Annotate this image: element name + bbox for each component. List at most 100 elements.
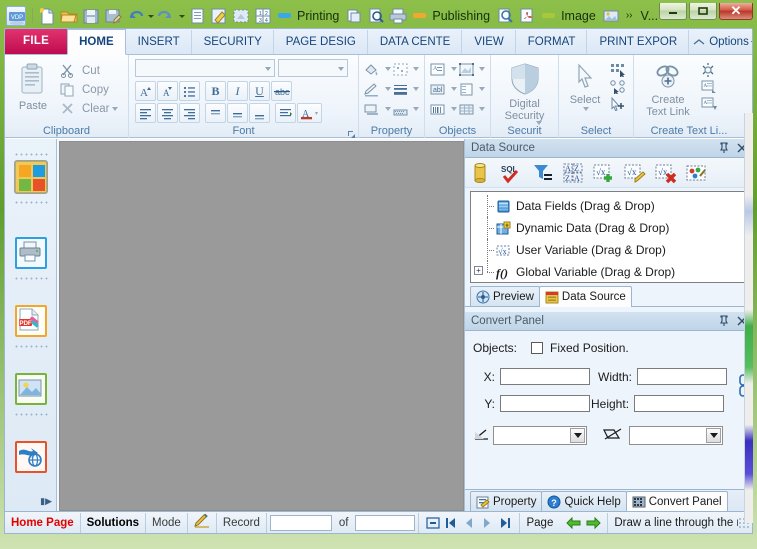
select-region-icon[interactable] bbox=[231, 6, 251, 26]
zoom-print-icon[interactable] bbox=[366, 6, 386, 26]
text-object-icon[interactable]: A bbox=[429, 59, 447, 79]
tab-format[interactable]: FORMAT bbox=[516, 30, 588, 54]
paste-button[interactable]: Paste bbox=[9, 59, 57, 112]
label-object-icon[interactable]: abl bbox=[429, 79, 447, 99]
table-object-icon[interactable] bbox=[458, 79, 476, 99]
strikethrough-icon[interactable]: abc bbox=[271, 81, 292, 101]
redo-dropdown-caret-icon[interactable] bbox=[178, 7, 187, 25]
tab-insert[interactable]: INSERT bbox=[126, 30, 192, 54]
list-icon[interactable] bbox=[179, 81, 200, 101]
paste-list-icon[interactable] bbox=[187, 6, 207, 26]
shadow-icon[interactable] bbox=[363, 99, 381, 119]
save-as-icon[interactable] bbox=[103, 6, 123, 26]
tab-convert-panel[interactable]: Convert Panel bbox=[626, 491, 728, 512]
maximize-button[interactable] bbox=[689, 3, 717, 20]
stamp-icon[interactable] bbox=[209, 6, 229, 26]
clear-button[interactable]: Clear bbox=[57, 99, 120, 118]
height-input[interactable] bbox=[634, 395, 724, 412]
tree-item-user-variable[interactable]: √x User Variable (Drag & Drop) bbox=[473, 239, 744, 261]
shadow-caret-icon[interactable] bbox=[385, 105, 392, 113]
fit-page-icon[interactable] bbox=[425, 517, 441, 529]
tab-data-center[interactable]: DATA CENTE bbox=[368, 30, 463, 54]
edit-variable-icon[interactable]: √x bbox=[624, 162, 646, 184]
grow-font-icon[interactable]: A bbox=[135, 81, 156, 101]
grid-pages-icon[interactable]: 1234 bbox=[253, 6, 273, 26]
align-center-icon[interactable] bbox=[157, 103, 178, 123]
green-left-arrow-icon[interactable] bbox=[565, 517, 581, 529]
copy-button[interactable]: Copy bbox=[57, 80, 120, 99]
tab-print-export[interactable]: PRINT EXPOR bbox=[587, 30, 688, 54]
delete-variable-icon[interactable]: √x bbox=[655, 162, 677, 184]
data-source-tree[interactable]: Data Fields (Drag & Drop) Dynamic Data (… bbox=[470, 191, 747, 283]
document-canvas-area[interactable] bbox=[57, 139, 464, 511]
select-button[interactable]: Select bbox=[563, 59, 607, 113]
font-name-combobox[interactable] bbox=[135, 59, 275, 77]
font-size-combobox[interactable] bbox=[278, 59, 348, 77]
shape-object-icon[interactable] bbox=[458, 59, 476, 79]
undo-dropdown-caret-icon[interactable] bbox=[147, 7, 156, 25]
angle-select-caret-icon[interactable] bbox=[570, 428, 585, 443]
tree-item-dynamic-data[interactable]: Dynamic Data (Drag & Drop) bbox=[473, 217, 744, 239]
bold-icon[interactable]: B bbox=[205, 81, 226, 101]
x-input[interactable] bbox=[500, 368, 590, 385]
sort-az-icon[interactable]: AZZA bbox=[562, 162, 584, 184]
font-name-caret-icon[interactable] bbox=[265, 65, 272, 72]
undo-icon[interactable] bbox=[125, 6, 145, 26]
skew-select-caret-icon[interactable] bbox=[706, 428, 721, 443]
text-link-in-icon[interactable]: A bbox=[698, 78, 719, 95]
minimize-button[interactable] bbox=[659, 3, 687, 20]
sidebar-item-image[interactable] bbox=[15, 373, 47, 405]
line-weight-caret-icon[interactable] bbox=[413, 85, 420, 93]
total-records-input[interactable] bbox=[355, 515, 415, 531]
title-overflow[interactable]: ›› bbox=[626, 10, 633, 21]
next-page-icon[interactable] bbox=[479, 517, 495, 529]
shrink-font-icon[interactable]: A bbox=[157, 81, 178, 101]
align-left-icon[interactable] bbox=[135, 103, 156, 123]
text-link-out-icon[interactable]: A bbox=[698, 95, 719, 112]
sidebar-item-pdf[interactable]: PDF bbox=[15, 305, 47, 337]
cut-button[interactable]: Cut bbox=[57, 61, 120, 80]
pin-icon[interactable] bbox=[717, 315, 730, 328]
status-mode-icon-cell[interactable] bbox=[188, 513, 217, 533]
table-object-caret-icon[interactable] bbox=[479, 85, 486, 93]
border-style-icon[interactable] bbox=[392, 59, 410, 79]
text-object-caret-icon[interactable] bbox=[451, 65, 458, 73]
tab-preview[interactable]: Preview bbox=[470, 286, 540, 306]
dialog-launcher-icon[interactable] bbox=[347, 128, 356, 137]
print-preview-icon[interactable] bbox=[344, 6, 364, 26]
chevron-up-icon[interactable] bbox=[692, 35, 706, 49]
close-button[interactable]: ✕ bbox=[719, 3, 753, 20]
image-export-icon[interactable] bbox=[601, 6, 621, 26]
angle-select[interactable] bbox=[493, 426, 587, 445]
grid-object-icon[interactable] bbox=[458, 99, 476, 119]
record-input[interactable] bbox=[270, 515, 332, 531]
save-icon[interactable] bbox=[81, 6, 101, 26]
sidebar-item-design[interactable] bbox=[15, 161, 47, 193]
underline-icon[interactable]: U bbox=[249, 81, 270, 101]
paragraph-icon[interactable] bbox=[275, 103, 296, 123]
tab-view[interactable]: VIEW bbox=[462, 30, 515, 54]
align-middle-icon[interactable] bbox=[227, 103, 248, 123]
pen-color-icon[interactable] bbox=[363, 79, 381, 99]
unlink-icon[interactable] bbox=[698, 61, 719, 78]
select-caret-icon[interactable] bbox=[583, 105, 591, 113]
select-similar-icon[interactable] bbox=[607, 78, 628, 95]
select-all-icon[interactable] bbox=[607, 61, 628, 78]
clear-dropdown-caret-icon[interactable] bbox=[112, 105, 120, 113]
last-page-icon[interactable] bbox=[497, 517, 513, 529]
font-color-icon[interactable]: A bbox=[297, 103, 322, 123]
border-style-caret-icon[interactable] bbox=[413, 65, 420, 73]
shape-object-caret-icon[interactable] bbox=[479, 65, 486, 73]
digital-security-button[interactable]: Digital Security bbox=[495, 59, 554, 127]
tab-data-source[interactable]: Data Source bbox=[539, 286, 632, 307]
fill-color-caret-icon[interactable] bbox=[385, 65, 392, 73]
database-icon[interactable] bbox=[469, 162, 491, 184]
tree-expander-icon[interactable]: + bbox=[474, 266, 483, 275]
publish-pdf-icon[interactable] bbox=[517, 6, 537, 26]
green-right-arrow-icon[interactable] bbox=[585, 517, 601, 529]
status-home-page[interactable]: Home Page bbox=[5, 513, 81, 533]
filter-icon[interactable] bbox=[531, 162, 553, 184]
skew-select[interactable] bbox=[629, 426, 723, 445]
tree-item-global-variable[interactable]: + f() Global Variable (Drag & Drop) bbox=[473, 261, 744, 283]
tab-quick-help[interactable]: ? Quick Help bbox=[541, 491, 626, 511]
